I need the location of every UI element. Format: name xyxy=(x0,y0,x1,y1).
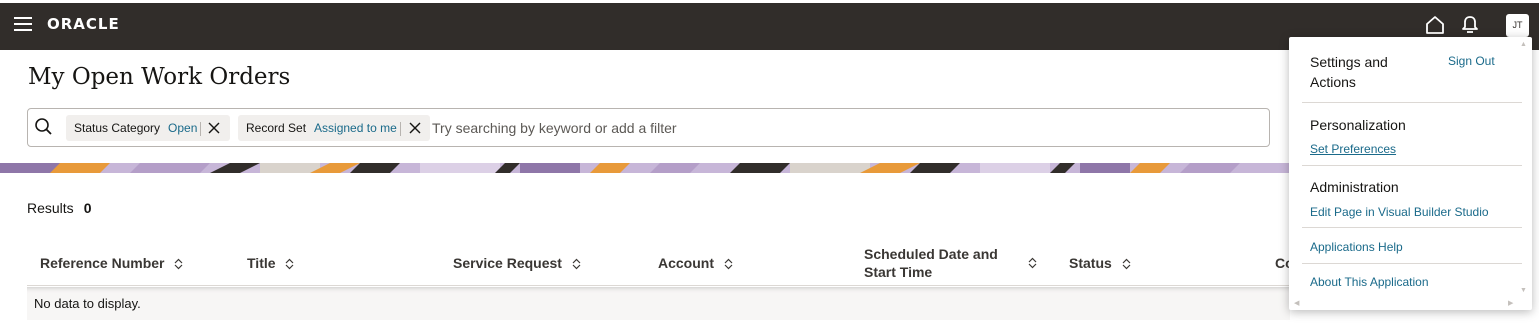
user-avatar[interactable]: JT xyxy=(1506,14,1529,37)
about-application-link[interactable]: About This Application xyxy=(1310,275,1429,289)
filter-chip-label: Record Set xyxy=(246,121,307,135)
oracle-logo: ORACLE xyxy=(47,15,120,33)
scroll-down-icon[interactable]: ▼ xyxy=(1520,287,1527,294)
menu-section-administration: Administration xyxy=(1310,179,1399,195)
scroll-right-icon[interactable]: ▶ xyxy=(1508,299,1513,307)
menu-divider xyxy=(1302,263,1522,264)
chip-divider xyxy=(200,121,202,136)
sort-icon[interactable] xyxy=(1028,257,1037,269)
empty-table-row: No data to display. xyxy=(27,287,1290,320)
applications-help-link[interactable]: Applications Help xyxy=(1310,240,1403,254)
remove-filter-icon[interactable] xyxy=(206,120,222,136)
column-label: Account xyxy=(658,255,714,271)
home-icon[interactable] xyxy=(1424,14,1446,36)
decorative-banner xyxy=(0,163,1290,173)
results-label: Results xyxy=(27,200,74,216)
menu-divider xyxy=(1302,102,1522,103)
search-icon[interactable] xyxy=(34,117,54,137)
notifications-bell-icon[interactable] xyxy=(1459,13,1481,35)
menu-header-title: Settings and Actions xyxy=(1310,52,1388,92)
no-data-message: No data to display. xyxy=(34,296,141,311)
remove-filter-icon[interactable] xyxy=(407,120,423,136)
column-header-account[interactable]: Account xyxy=(658,255,733,271)
column-label: Reference Number xyxy=(40,255,165,271)
column-header-service-request[interactable]: Service Request xyxy=(453,255,581,271)
menu-section-personalization: Personalization xyxy=(1310,117,1406,133)
menu-divider xyxy=(1302,227,1522,228)
chip-divider xyxy=(399,121,401,136)
scroll-left-icon[interactable]: ◀ xyxy=(1294,299,1299,307)
set-preferences-link[interactable]: Set Preferences xyxy=(1310,142,1396,156)
sign-out-link[interactable]: Sign Out xyxy=(1448,54,1495,68)
results-summary: Results 0 xyxy=(27,200,91,216)
menu-header-line2: Actions xyxy=(1310,74,1356,90)
sort-icon[interactable] xyxy=(285,258,294,270)
filter-chip-value: Assigned to me xyxy=(314,121,397,135)
filter-chip-value: Open xyxy=(168,121,198,135)
column-label-line1: Scheduled Date and xyxy=(864,246,998,262)
sort-icon[interactable] xyxy=(572,258,581,270)
settings-actions-menu: ▲ Settings and Actions Sign Out Personal… xyxy=(1289,37,1532,310)
scroll-up-icon[interactable]: ▲ xyxy=(1520,41,1527,48)
search-filter-bar[interactable]: Status Category Open Record Set Assigned t… xyxy=(27,108,1270,147)
column-header-reference-number[interactable]: Reference Number xyxy=(40,255,183,271)
filter-chip-status-category[interactable]: Status Category Open xyxy=(66,115,230,141)
sort-icon[interactable] xyxy=(174,258,183,270)
menu-header-line1: Settings and xyxy=(1310,54,1388,70)
column-label-line2: Start Time xyxy=(864,264,933,280)
column-header-title[interactable]: Title xyxy=(247,255,294,271)
sort-icon[interactable] xyxy=(724,258,733,270)
filter-chip-record-set[interactable]: Record Set Assigned to me xyxy=(238,115,430,141)
column-label: Service Request xyxy=(453,255,562,271)
menu-icon[interactable] xyxy=(14,17,32,31)
page-title: My Open Work Orders xyxy=(28,64,291,90)
search-input[interactable] xyxy=(432,116,1252,140)
menu-divider xyxy=(1302,165,1522,166)
table-header: Reference Number Title Service Request A… xyxy=(27,240,1294,286)
column-header-scheduled-date[interactable]: Scheduled Date and Start Time xyxy=(864,245,998,281)
column-label: Status xyxy=(1069,255,1112,271)
sort-icon[interactable] xyxy=(1122,258,1131,270)
filter-chip-label: Status Category xyxy=(74,121,161,135)
column-header-status[interactable]: Status xyxy=(1069,255,1131,271)
column-label: Title xyxy=(247,255,276,271)
edit-page-visual-builder-link[interactable]: Edit Page in Visual Builder Studio xyxy=(1310,205,1489,219)
results-count: 0 xyxy=(83,200,92,216)
